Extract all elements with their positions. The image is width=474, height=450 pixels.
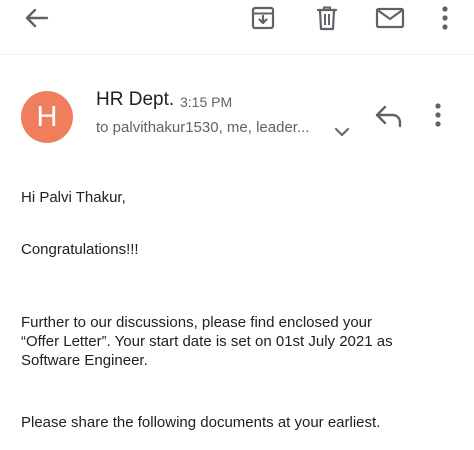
offer-paragraph: Further to our discussions, please find … [21,313,461,370]
email-time: 3:15 PM [180,94,233,110]
delete-icon [316,6,338,31]
mark-unread-button[interactable] [374,6,406,30]
reply-button[interactable] [374,104,404,133]
toolbar-divider [0,54,474,55]
top-toolbar [0,0,474,40]
more-vert-icon [435,103,441,127]
chevron-down-icon [335,128,349,136]
back-arrow-icon [25,8,49,28]
greeting-text: Hi Palvi Thakur, [21,189,126,206]
back-button[interactable] [22,6,50,30]
more-options-button[interactable] [435,4,455,32]
documents-paragraph: Please share the following documents at … [21,414,381,431]
archive-button[interactable] [249,4,277,32]
offer-line-1: Further to our discussions, please find … [21,314,373,331]
archive-icon [251,6,275,30]
mark-unread-icon [375,7,405,29]
expand-details-button[interactable] [334,124,350,142]
avatar-letter: H [36,100,58,133]
sender-name[interactable]: HR Dept. [96,89,174,111]
recipients-summary[interactable]: to palvithakur1530, me, leader... [96,119,309,136]
sender-avatar[interactable]: H [21,91,73,143]
message-more-button[interactable] [434,102,442,133]
delete-button[interactable] [313,4,341,32]
offer-line-2: “Offer Letter”. Your start date is set o… [21,333,393,350]
offer-line-3: Software Engineer. [21,352,148,369]
reply-icon [375,105,402,128]
congrats-text: Congratulations!!! [21,241,139,258]
more-vert-icon [442,6,448,30]
